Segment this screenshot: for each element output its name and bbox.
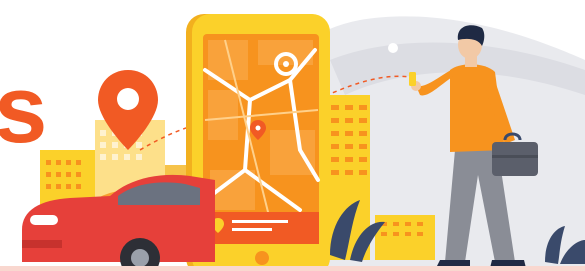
ground-line [0, 266, 585, 271]
delivery-app-illustration: s [0, 0, 585, 271]
phone-home-button [255, 251, 269, 265]
background-dot [388, 43, 398, 53]
illustration-canvas [0, 14, 585, 271]
hand-phone [409, 72, 416, 86]
